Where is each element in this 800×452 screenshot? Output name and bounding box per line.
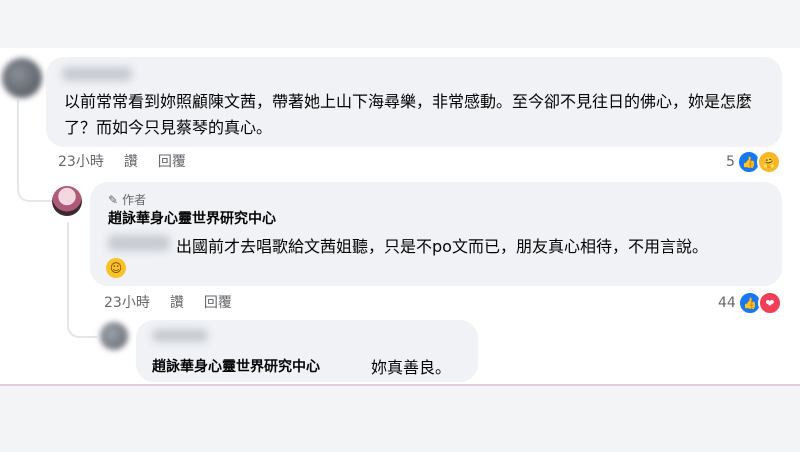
reply-text: 妳真善良。 <box>371 358 452 377</box>
reaction-count: 5 <box>726 154 735 170</box>
thread-connector <box>67 300 97 338</box>
page-name[interactable]: 趙詠華身心靈世界研究中心 <box>108 208 276 228</box>
smile-emoji: ☺ <box>106 258 126 278</box>
reply-action[interactable]: 回覆 <box>158 151 186 171</box>
reply-reactions[interactable]: 44 👍 ❤ <box>718 291 782 315</box>
reply-text: 出國前才去唱歌給文茜姐聽，只是不po文而已，朋友真心相待，不用言說。 <box>176 237 708 256</box>
comment-bubble: 以前常常看到妳照顧陳文茜，帶著她上山下海尋樂，非常感動。至今卻不見往日的佛心，妳… <box>46 57 782 147</box>
reply-action[interactable]: 回覆 <box>204 292 232 312</box>
like-action[interactable]: 讚 <box>124 151 138 171</box>
reaction-count: 44 <box>718 295 736 311</box>
comment-reactions[interactable]: 5 👍 🤗 <box>726 150 781 174</box>
replier-name-blurred[interactable] <box>152 329 208 342</box>
author-badge: ✎ 作者 <box>108 191 146 208</box>
page-bottom-band <box>0 384 800 452</box>
comment-actions: 23小時 讚 回覆 <box>58 151 186 171</box>
reply-timestamp[interactable]: 23小時 <box>104 292 150 312</box>
reply-bubble: 趙詠華身心靈世界研究中心 妳真善良。 <box>136 320 478 382</box>
mention-page-name[interactable]: 趙詠華身心靈世界研究中心 <box>152 356 320 376</box>
commenter-avatar[interactable] <box>2 58 42 98</box>
page-top-band <box>0 0 800 48</box>
comment-text: 以前常常看到妳照顧陳文茜，帶著她上山下海尋樂，非常感動。至今卻不見往日的佛心，妳… <box>64 92 753 137</box>
pen-icon: ✎ <box>108 192 119 207</box>
reply-actions: 23小時 讚 回覆 <box>104 292 232 312</box>
author-badge-label: 作者 <box>122 193 147 207</box>
author-avatar[interactable] <box>52 186 82 216</box>
thread-connector <box>67 222 69 312</box>
reply-bubble: ✎ 作者 趙詠華身心靈世界研究中心 出國前才去唱歌給文茜姐聽，只是不po文而已，… <box>90 182 782 286</box>
replier-avatar[interactable] <box>100 322 128 350</box>
tagged-name-blurred[interactable] <box>108 235 170 251</box>
love-icon: ❤ <box>757 291 782 315</box>
comment-timestamp[interactable]: 23小時 <box>58 151 104 171</box>
care-icon: 🤗 <box>756 150 781 174</box>
commenter-name-blurred[interactable] <box>62 67 132 81</box>
like-action[interactable]: 讚 <box>170 292 184 312</box>
